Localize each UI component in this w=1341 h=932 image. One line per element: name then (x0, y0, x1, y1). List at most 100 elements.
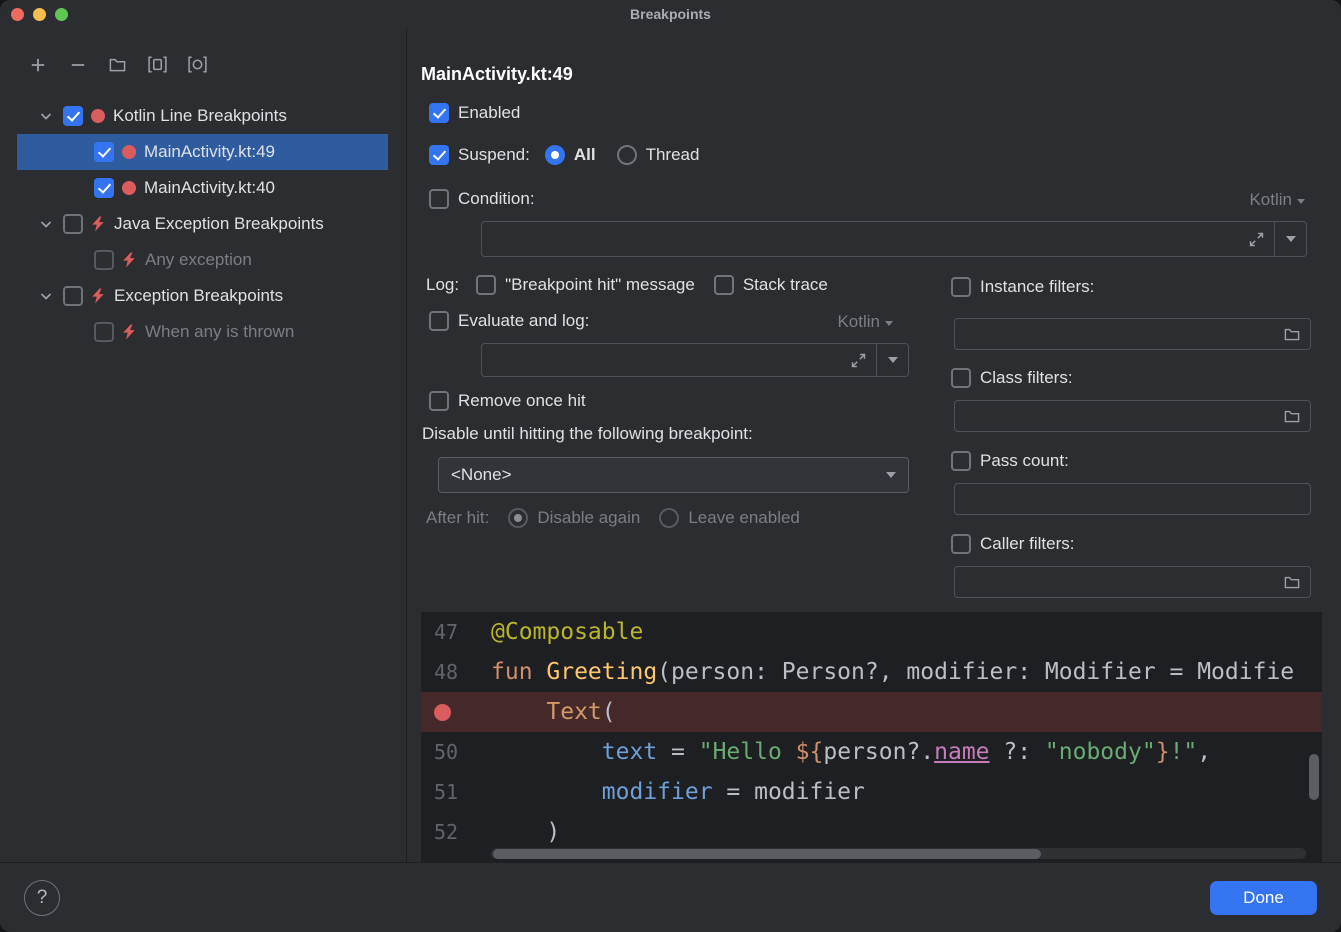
chevron-down-icon[interactable] (38, 288, 55, 305)
tree-row[interactable]: Kotlin Line Breakpoints (17, 98, 388, 134)
after-hit-leave-enabled-label: Leave enabled (688, 508, 800, 528)
breakpoints-tree: Kotlin Line Breakpoints MainActivity.kt:4… (0, 98, 406, 350)
horizontal-scrollbar-thumb[interactable] (493, 849, 1041, 859)
suspend-label: Suspend: (458, 145, 530, 165)
done-button[interactable]: Done (1210, 881, 1317, 915)
condition-label: Condition: (458, 189, 535, 209)
evaluate-input[interactable] (482, 344, 840, 376)
code-text: modifier = modifier (491, 779, 865, 805)
chevron-down-icon (886, 472, 896, 478)
evaluate-language-selector[interactable]: Kotlin (837, 312, 893, 332)
gutter-breakpoint[interactable] (421, 704, 491, 721)
caller-filters-checkbox[interactable] (951, 534, 971, 554)
code-text: text = "Hello ${person?.name ?: "nobody"… (491, 739, 1211, 765)
suspend-thread-radio[interactable] (617, 145, 637, 165)
class-filters-input[interactable] (955, 401, 1274, 431)
class-filters-label: Class filters: (980, 368, 1073, 388)
tree-row[interactable]: Java Exception Breakpoints (17, 206, 388, 242)
breakpoint-checkbox[interactable] (63, 214, 83, 234)
evaluate-expand-button[interactable] (840, 344, 876, 376)
pass-count-checkbox[interactable] (951, 451, 971, 471)
code-token: = modifier (713, 779, 865, 805)
breakpoint-dot-icon[interactable] (434, 704, 451, 721)
stack-trace-checkbox[interactable] (714, 275, 734, 295)
chevron-down-icon[interactable] (38, 216, 55, 233)
expand-icon (1248, 231, 1265, 248)
vertical-scrollbar-thumb[interactable] (1309, 754, 1319, 800)
vertical-scrollbar[interactable] (1309, 614, 1320, 846)
tree-row-label: MainActivity.kt:49 (144, 142, 275, 162)
instance-filters-input[interactable] (955, 319, 1274, 349)
class-filters-browse-button[interactable] (1274, 401, 1310, 431)
instance-filters-browse-button[interactable] (1274, 319, 1310, 349)
instance-filters-checkbox[interactable] (951, 277, 971, 297)
group-by-file-button[interactable] (144, 51, 171, 78)
breakpoint-checkbox[interactable] (94, 178, 114, 198)
file-group-icon (147, 55, 168, 74)
class-filters-checkbox[interactable] (951, 368, 971, 388)
caller-filters-browse-button[interactable] (1274, 567, 1310, 597)
evaluate-row: Evaluate and log: (429, 311, 589, 331)
pass-count-input[interactable] (955, 484, 1310, 514)
condition-language-selector[interactable]: Kotlin (1249, 190, 1305, 210)
add-breakpoint-button[interactable] (24, 51, 51, 78)
stack-trace-label: Stack trace (743, 275, 828, 295)
minimize-window-button[interactable] (33, 8, 46, 21)
code-token: person?. (823, 739, 934, 765)
condition-checkbox[interactable] (429, 189, 449, 209)
chevron-down-icon (38, 216, 54, 232)
tree-row[interactable]: MainActivity.kt:40 (17, 170, 388, 206)
tree-row[interactable]: Exception Breakpoints (17, 278, 388, 314)
evaluate-history-button[interactable] (876, 344, 908, 376)
enabled-checkbox[interactable] (429, 103, 449, 123)
tree-row[interactable]: When any is thrown (17, 314, 388, 350)
pass-count-field (954, 483, 1311, 515)
suspend-all-radio[interactable] (545, 145, 565, 165)
code-preview: 47@Composable48fun Greeting(person: Pers… (421, 612, 1322, 862)
exception-bolt-icon (122, 324, 136, 340)
tree-toolbar (0, 28, 406, 90)
tree-row-label: MainActivity.kt:40 (144, 178, 275, 198)
condition-expand-button[interactable] (1238, 222, 1274, 256)
remove-once-checkbox[interactable] (429, 391, 449, 411)
code-token: ( (602, 699, 616, 725)
after-hit-leave-enabled-radio[interactable] (659, 508, 679, 528)
code-line: 51 modifier = modifier (421, 772, 1322, 812)
suspend-checkbox[interactable] (429, 145, 449, 165)
code-line: Text( (421, 692, 1322, 732)
close-window-button[interactable] (11, 8, 24, 21)
breakpoint-checkbox[interactable] (94, 142, 114, 162)
group-by-package-button[interactable] (104, 51, 131, 78)
disable-until-combobox[interactable]: <None> (438, 457, 909, 493)
breakpoint-checkbox[interactable] (63, 286, 83, 306)
condition-row: Condition: (429, 189, 535, 209)
breakpoint-checkbox[interactable] (63, 106, 83, 126)
line-number: 47 (421, 620, 491, 644)
breakpoint-checkbox[interactable] (94, 250, 114, 270)
help-button[interactable]: ? (24, 880, 60, 916)
chevron-down-icon[interactable] (38, 108, 55, 125)
code-token: (person: Person?, modifier: Modifier = M… (657, 659, 1294, 685)
condition-input[interactable] (482, 222, 1238, 256)
breakpoint-dot-icon (122, 145, 136, 159)
remove-breakpoint-button[interactable] (64, 51, 91, 78)
code-token (491, 739, 602, 765)
code-line: 48fun Greeting(person: Person?, modifier… (421, 652, 1322, 692)
fullscreen-window-button[interactable] (55, 8, 68, 21)
breakpoint-checkbox[interactable] (94, 322, 114, 342)
horizontal-scrollbar[interactable] (491, 848, 1306, 859)
log-message-checkbox[interactable] (476, 275, 496, 295)
suspend-thread-label: Thread (646, 145, 700, 165)
evaluate-checkbox[interactable] (429, 311, 449, 331)
breakpoints-sidebar: Kotlin Line Breakpoints MainActivity.kt:4… (0, 28, 407, 862)
evaluate-language-label: Kotlin (837, 312, 880, 332)
after-hit-disable-again-radio[interactable] (508, 508, 528, 528)
caller-filters-input[interactable] (955, 567, 1274, 597)
condition-history-button[interactable] (1274, 222, 1306, 256)
class-group-icon (187, 55, 208, 74)
tree-row-label: Exception Breakpoints (114, 286, 283, 306)
group-by-class-button[interactable] (184, 51, 211, 78)
code-token: = (657, 739, 699, 765)
tree-row[interactable]: MainActivity.kt:49 (17, 134, 388, 170)
tree-row[interactable]: Any exception (17, 242, 388, 278)
